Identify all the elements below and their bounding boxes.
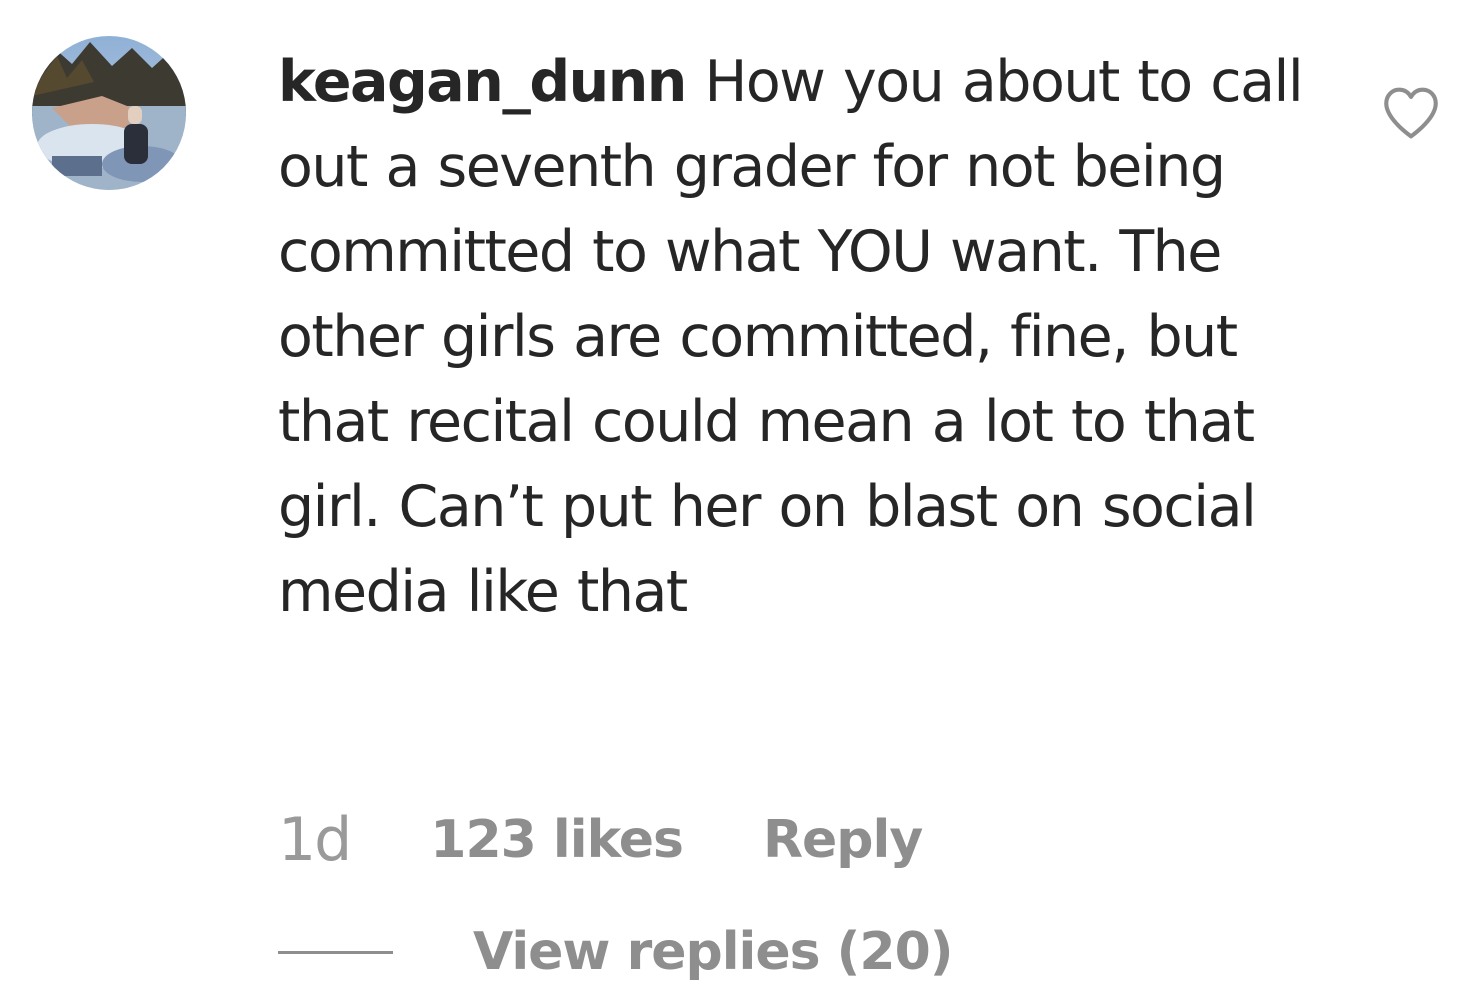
reply-button[interactable]: Reply [763, 810, 923, 870]
comment-meta: 1d 123 likes Reply [278, 800, 923, 880]
heart-outline-icon [1384, 87, 1438, 139]
like-button[interactable] [1378, 80, 1444, 146]
comment-item: keagan_dunn How you about to call out a … [0, 0, 1460, 1004]
comment-text: How you about to call out a seventh grad… [278, 49, 1304, 625]
view-replies-label: View replies (20) [473, 922, 954, 982]
comment-body: keagan_dunn How you about to call out a … [278, 40, 1353, 635]
avatar-photo [32, 36, 186, 190]
comment-timestamp: 1d [278, 805, 352, 875]
view-replies-button[interactable]: View replies (20) [278, 912, 954, 992]
avatar[interactable] [32, 36, 186, 190]
comment-username[interactable]: keagan_dunn [278, 49, 687, 115]
replies-divider [278, 950, 393, 954]
comment-likes-count[interactable]: 123 likes [430, 810, 684, 870]
